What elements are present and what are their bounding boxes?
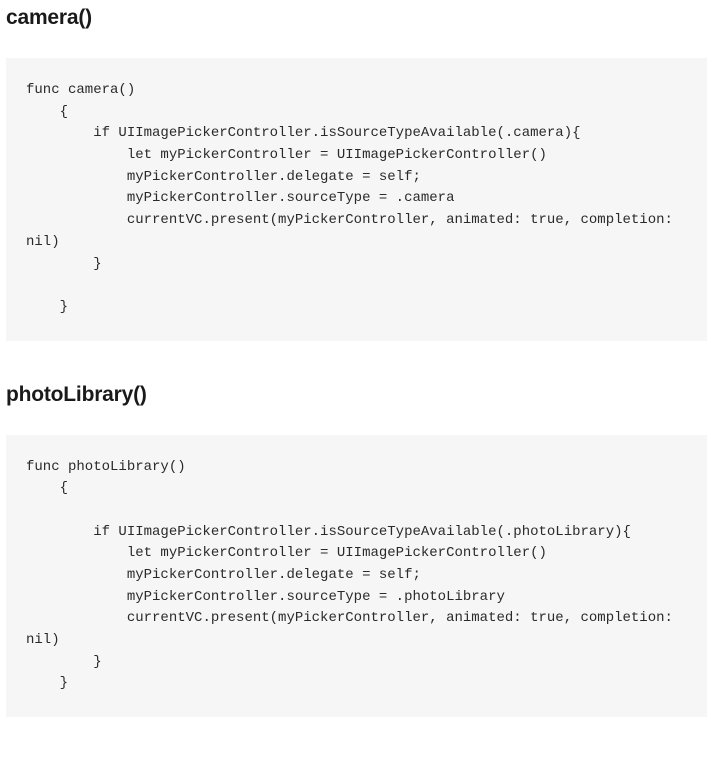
- code-block-photolibrary: func photoLibrary() { if UIImagePickerCo…: [6, 435, 707, 718]
- code-block-camera: func camera() { if UIImagePickerControll…: [6, 58, 707, 341]
- section-heading-photolibrary: photoLibrary(): [6, 383, 707, 407]
- section-heading-camera: camera(): [6, 6, 707, 30]
